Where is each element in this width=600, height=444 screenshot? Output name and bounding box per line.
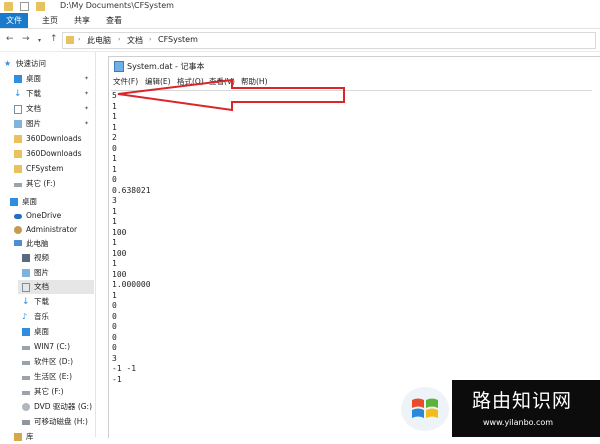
sidebar-item-drive-e[interactable]: 生活区 (E:) — [22, 370, 94, 384]
video-icon — [22, 254, 30, 262]
sidebar-item-cfsystem[interactable]: CFSystem — [14, 162, 94, 176]
sidebar-item-documents-pc[interactable]: 文档 — [18, 280, 94, 294]
breadcrumb-documents[interactable]: 文档 — [127, 35, 143, 46]
back-arrow-icon[interactable]: ← — [6, 34, 14, 44]
watermark-badge: 路由知识网 www.yilanbo.com — [452, 380, 600, 437]
folder-icon — [4, 2, 13, 11]
download-icon: ↓ — [22, 297, 30, 307]
notepad-icon — [114, 61, 124, 72]
menu-view[interactable]: 查看(V) — [209, 76, 235, 87]
sidebar-item-videos[interactable]: 视频 — [22, 251, 94, 265]
sidebar-item-removable-h[interactable]: 可移动磁盘 (H:) — [22, 415, 94, 429]
picture-icon — [22, 269, 30, 277]
tab-view[interactable]: 查看 — [100, 13, 128, 28]
folder-icon — [66, 36, 74, 44]
pin-icon[interactable]: ✦ — [84, 117, 89, 131]
sidebar-item-desktop-pc[interactable]: 桌面 — [22, 325, 94, 339]
window-title: D:\My Documents\CFSystem — [60, 1, 174, 10]
chevron-right-icon: › — [78, 36, 81, 43]
pin-icon[interactable]: ✦ — [84, 102, 89, 116]
chevron-right-icon: › — [118, 36, 121, 43]
notepad-title-bar: System.dat - 记事本 — [109, 57, 600, 74]
notepad-title: System.dat - 记事本 — [127, 62, 205, 71]
picture-icon — [14, 120, 22, 128]
menu-help[interactable]: 帮助(H) — [241, 76, 268, 87]
forward-arrow-icon[interactable]: → — [22, 34, 30, 44]
sidebar-item-this-pc[interactable]: 此电脑 — [14, 237, 94, 251]
watermark-title: 路由知识网 — [472, 390, 573, 412]
tab-share[interactable]: 共享 — [68, 13, 96, 28]
sidebar-item-library[interactable]: 库 — [14, 430, 94, 444]
navigation-pane: ★ 快速访问 桌面 ✦ ↓ 下载 ✦ 文档 ✦ 图片 ✦ 360Download… — [0, 52, 96, 441]
sidebar-item-360downloads[interactable]: 360Downloads — [14, 132, 94, 146]
desktop-icon — [14, 75, 22, 83]
folder-icon — [14, 135, 22, 143]
explorer-title-bar: D:\My Documents\CFSystem — [0, 0, 600, 13]
dvd-icon — [22, 403, 30, 411]
folder-icon — [14, 150, 22, 158]
drive-icon — [22, 346, 30, 350]
drive-icon — [22, 376, 30, 380]
breadcrumb-cfsystem[interactable]: CFSystem — [158, 35, 198, 44]
sidebar-item-desktop-root[interactable]: 桌面 — [10, 195, 94, 209]
notepad-menu-bar: 文件(F) 编辑(E) 格式(O) 查看(V) 帮助(H) — [109, 75, 600, 88]
drive-icon — [22, 391, 30, 395]
menu-file[interactable]: 文件(F) — [113, 76, 138, 87]
sidebar-item-documents[interactable]: 文档 ✦ — [14, 102, 94, 116]
desktop-icon — [10, 198, 18, 206]
properties-icon[interactable] — [20, 2, 29, 11]
star-icon: ★ — [4, 59, 12, 68]
sidebar-item-downloads-pc[interactable]: ↓ 下载 — [22, 295, 94, 309]
watermark-url: www.yilanbo.com — [483, 418, 554, 427]
sidebar-item-music[interactable]: ♪ 音乐 — [22, 310, 94, 324]
sidebar-item-dvd-g[interactable]: DVD 驱动器 (G:) — [22, 400, 94, 414]
sidebar-item-desktop[interactable]: 桌面 ✦ — [14, 72, 94, 86]
sidebar-item-quick-access[interactable]: ★ 快速访问 — [4, 57, 94, 71]
menu-format[interactable]: 格式(O) — [177, 76, 204, 87]
sidebar-item-onedrive[interactable]: OneDrive — [14, 209, 94, 223]
folder-icon — [14, 165, 22, 173]
sidebar-item-pictures[interactable]: 图片 ✦ — [14, 117, 94, 131]
music-icon: ♪ — [22, 312, 28, 321]
tab-home[interactable]: 主页 — [36, 13, 64, 28]
computer-icon — [14, 240, 22, 246]
breadcrumb-this-pc[interactable]: 此电脑 — [87, 35, 111, 46]
recent-dropdown-icon[interactable]: ▾ — [38, 37, 41, 44]
document-icon — [22, 283, 30, 292]
sidebar-item-drive-f-pc[interactable]: 其它 (F:) — [22, 385, 94, 399]
address-row: ← → ▾ ↑ › 此电脑 › 文档 › CFSystem — [0, 29, 600, 52]
sidebar-item-drive-d[interactable]: 软件区 (D:) — [22, 355, 94, 369]
sidebar-item-administrator[interactable]: Administrator — [14, 223, 94, 237]
usb-icon — [22, 420, 30, 425]
address-bar[interactable]: › 此电脑 › 文档 › CFSystem — [62, 32, 596, 49]
desktop-icon — [22, 328, 30, 336]
download-icon: ↓ — [14, 89, 22, 99]
sidebar-item-360downloads-2[interactable]: 360Downloads — [14, 147, 94, 161]
pin-icon[interactable]: ✦ — [84, 87, 89, 101]
windows-logo-icon — [401, 387, 449, 431]
user-icon — [14, 226, 22, 234]
cloud-icon — [14, 214, 22, 219]
drive-icon — [22, 361, 30, 365]
drive-icon — [14, 183, 22, 187]
chevron-right-icon: › — [149, 36, 152, 43]
new-folder-icon[interactable] — [36, 2, 45, 11]
up-arrow-icon[interactable]: ↑ — [50, 34, 58, 44]
menu-edit[interactable]: 编辑(E) — [145, 76, 171, 87]
pin-icon[interactable]: ✦ — [84, 72, 89, 86]
sidebar-item-pictures-pc[interactable]: 图片 — [22, 266, 94, 280]
sidebar-item-drive-c[interactable]: WIN7 (C:) — [22, 340, 94, 354]
ribbon-tabs: 文件 主页 共享 查看 — [0, 13, 600, 29]
tab-file[interactable]: 文件 — [0, 13, 28, 28]
document-icon — [14, 105, 22, 114]
library-icon — [14, 433, 22, 441]
sidebar-item-drive-f[interactable]: 其它 (F:) — [14, 177, 94, 191]
sidebar-item-downloads[interactable]: ↓ 下载 ✦ — [14, 87, 94, 101]
